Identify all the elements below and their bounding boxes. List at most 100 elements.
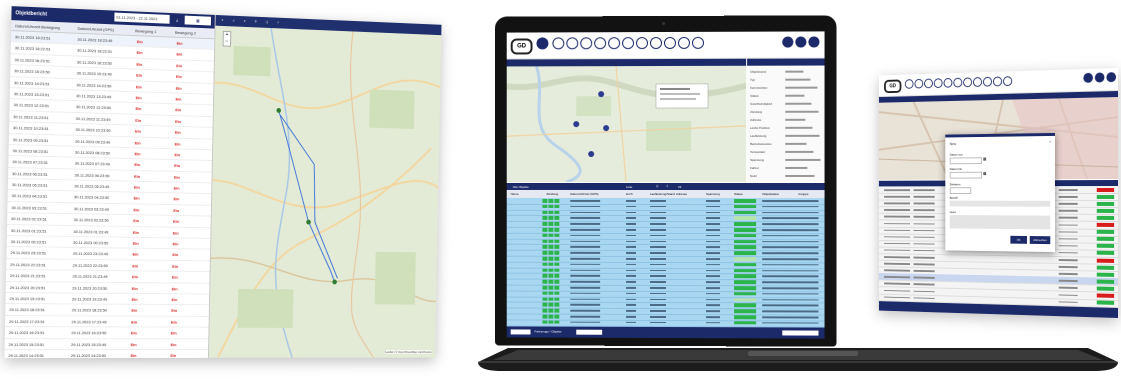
table-cell: 30.11.2023 03:23:51 bbox=[11, 205, 47, 211]
page-size-select[interactable] bbox=[511, 329, 531, 334]
col-header[interactable]: Adresse bbox=[676, 192, 687, 196]
module-icon[interactable] bbox=[934, 78, 943, 88]
table-row[interactable]: 29.11.2023 17:23:51 29.11.2023 17:23:49 Ei… bbox=[5, 316, 209, 328]
route-map[interactable]: ✦ ➚ ⏷ ⚲ ❏ ↗ + − Leaflet | © OpenStreetMa… bbox=[209, 15, 442, 358]
date-range-field[interactable]: 01.11.2023 - 22.11.2023 bbox=[114, 13, 169, 24]
cell-value bbox=[884, 249, 910, 251]
table-row[interactable]: 29.11.2023 16:23:51 29.11.2023 16:23:50 Ei… bbox=[5, 327, 209, 339]
module-icon[interactable] bbox=[594, 37, 606, 49]
table-cell: Ein bbox=[173, 208, 179, 213]
user-icon[interactable] bbox=[1083, 73, 1093, 83]
status-icons bbox=[542, 251, 560, 255]
cell-value bbox=[884, 223, 910, 225]
home-icon[interactable] bbox=[536, 37, 548, 49]
list-tab[interactable]: Alle Objekte bbox=[513, 185, 529, 189]
user-icon[interactable] bbox=[782, 37, 793, 48]
module-icon[interactable] bbox=[963, 77, 972, 87]
date-from-input[interactable] bbox=[950, 157, 982, 164]
module-icon[interactable] bbox=[636, 37, 648, 49]
export-icon[interactable]: ⇩ bbox=[666, 184, 669, 188]
print-icon[interactable]: ⎙ bbox=[656, 184, 658, 188]
module-icon[interactable] bbox=[622, 37, 634, 49]
module-icon[interactable] bbox=[953, 78, 962, 88]
filter-field[interactable] bbox=[576, 330, 602, 335]
overview-map[interactable] bbox=[507, 66, 746, 182]
col-header[interactable]: Status bbox=[734, 192, 743, 196]
col-header[interactable]: Name bbox=[511, 192, 519, 196]
field-label: Datum von bbox=[950, 153, 963, 157]
notification-icon[interactable] bbox=[795, 36, 806, 47]
col-header[interactable]: km/h bbox=[626, 192, 633, 196]
date-to-input[interactable] bbox=[950, 172, 982, 179]
notification-icon[interactable] bbox=[1095, 72, 1105, 82]
status-badge bbox=[734, 228, 756, 232]
ok-button[interactable]: OK bbox=[1010, 236, 1027, 244]
module-icon[interactable] bbox=[983, 77, 992, 87]
field-label: Datum bis bbox=[950, 167, 962, 171]
col-header[interactable]: Spannung bbox=[706, 192, 720, 196]
module-icon[interactable] bbox=[692, 37, 704, 49]
module-icon[interactable] bbox=[608, 37, 620, 49]
zoom-control[interactable]: + − bbox=[223, 31, 232, 47]
table-cell: 29.11.2023 14:23:50 bbox=[71, 353, 106, 358]
module-icon[interactable] bbox=[664, 37, 676, 49]
module-icon[interactable] bbox=[973, 77, 982, 87]
map-canvas bbox=[209, 26, 441, 358]
module-icon[interactable] bbox=[566, 37, 578, 49]
close-icon[interactable]: × bbox=[1049, 139, 1051, 144]
note-textarea[interactable] bbox=[950, 215, 1051, 229]
status-badge bbox=[1097, 195, 1114, 199]
module-icon[interactable] bbox=[1003, 76, 1012, 86]
download-icon[interactable]: ⤓ bbox=[172, 15, 182, 24]
cancel-button[interactable]: Abbrechen bbox=[1030, 236, 1051, 244]
status-icons bbox=[542, 263, 560, 267]
person-icon[interactable]: ✦ bbox=[221, 18, 223, 22]
map-popup bbox=[656, 84, 708, 108]
col-header[interactable]: Datum/Uhrzeit Bewegung bbox=[15, 23, 60, 30]
export-button[interactable]: ▦ bbox=[185, 16, 211, 26]
search-field[interactable] bbox=[782, 330, 818, 335]
cell-value bbox=[626, 287, 636, 289]
module-icon[interactable] bbox=[650, 37, 662, 49]
settings-icon[interactable] bbox=[1106, 72, 1116, 82]
module-icon[interactable] bbox=[678, 37, 690, 49]
route-icon[interactable]: ➚ bbox=[232, 19, 234, 23]
table-cell: Ein bbox=[134, 162, 140, 167]
cell-value bbox=[762, 316, 818, 318]
col-header[interactable]: Datum/Uhrzeit (GPS) bbox=[570, 192, 598, 196]
calendar-icon[interactable]: ▦ bbox=[983, 156, 986, 161]
filter-icon[interactable]: ⏷ bbox=[244, 19, 246, 23]
table-row[interactable]: 29.11.2023 18:23:51 29.11.2023 18:23:50 Ei… bbox=[5, 304, 209, 316]
module-icon[interactable] bbox=[914, 79, 923, 89]
col-header[interactable]: Datum/Uhrzeit (GPS) bbox=[78, 26, 114, 32]
col-header[interactable]: Gruppe bbox=[798, 192, 808, 196]
report-table-body: 30.11.2023 18:23:51 30.11.2023 18:23:49 Ei… bbox=[4, 31, 214, 358]
status-badge bbox=[734, 251, 756, 255]
module-icon[interactable] bbox=[552, 37, 564, 49]
measure-icon[interactable]: ↗ bbox=[277, 21, 279, 25]
table-cell: Ein bbox=[135, 140, 141, 145]
module-icon[interactable] bbox=[905, 79, 914, 89]
table-row[interactable]: 29.11.2023 15:23:51 29.11.2023 15:23:49 Ei… bbox=[5, 339, 209, 350]
col-header[interactable]: Objektstatus bbox=[762, 192, 779, 196]
cell-value bbox=[1059, 280, 1078, 282]
col-header[interactable]: Bewegung 2 bbox=[175, 30, 196, 36]
col-header[interactable]: Zündung bbox=[546, 192, 558, 196]
module-icon[interactable] bbox=[993, 76, 1002, 86]
col-header[interactable]: Laufleistung/Stand bbox=[650, 192, 675, 196]
settings-icon[interactable] bbox=[808, 36, 819, 47]
module-icon[interactable] bbox=[924, 79, 933, 89]
cell-value bbox=[1059, 203, 1078, 205]
calendar-icon[interactable]: ▦ bbox=[983, 171, 986, 176]
table-row[interactable]: 29.11.2023 14:23:51 29.11.2023 14:23:50 Ei… bbox=[4, 350, 208, 358]
subject-input[interactable] bbox=[950, 201, 1051, 207]
info-label: Betriebsstunden bbox=[750, 142, 772, 146]
period-select[interactable] bbox=[950, 187, 971, 194]
layers-icon[interactable]: ❏ bbox=[266, 20, 269, 24]
info-label: Fahrer bbox=[750, 166, 759, 170]
table-cell: Ein bbox=[175, 119, 181, 124]
module-icon[interactable] bbox=[580, 37, 592, 49]
col-header[interactable]: Bewegung 1 bbox=[135, 28, 156, 34]
module-icon[interactable] bbox=[944, 78, 953, 88]
pin-icon[interactable]: ⚲ bbox=[255, 20, 257, 24]
